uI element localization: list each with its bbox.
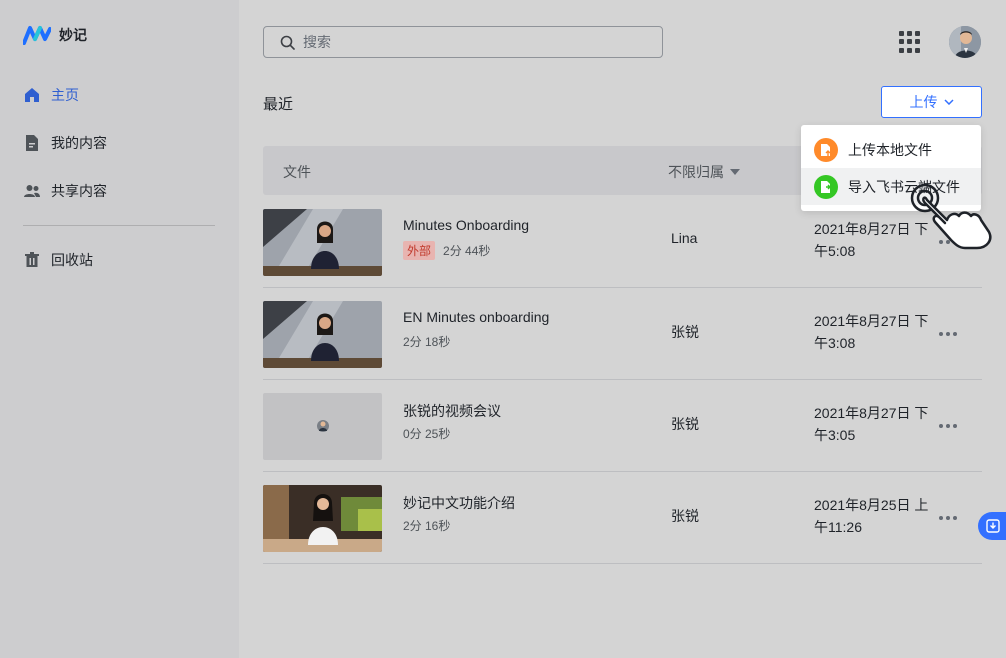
file-duration: 0分 25秒	[403, 427, 451, 441]
external-tag: 外部	[403, 241, 436, 260]
video-thumbnail[interactable]	[263, 209, 382, 276]
download-icon	[986, 519, 1000, 533]
file-meta: 2分 16秒	[403, 517, 450, 534]
owner-filter-label: 不限归属	[668, 164, 724, 180]
app-grid-icon[interactable]	[899, 31, 921, 53]
sidebar-item-trash[interactable]: 回收站	[23, 248, 93, 272]
trash-icon	[25, 252, 39, 267]
sidebar-item-label: 回收站	[51, 252, 93, 268]
file-duration: 2分 44秒	[443, 244, 491, 258]
more-options-icon[interactable]	[939, 424, 957, 428]
owner-filter[interactable]: 不限归属	[668, 162, 740, 182]
document-icon	[26, 135, 38, 151]
file-duration: 2分 18秒	[403, 335, 451, 349]
file-owner: 张锐	[671, 508, 699, 524]
search-input[interactable]	[303, 34, 643, 50]
file-owner: Lina	[671, 230, 698, 246]
file-owner: 张锐	[671, 416, 699, 432]
hand-pointer-icon	[910, 183, 992, 250]
minutes-logo-icon	[23, 26, 51, 45]
upload-button[interactable]: 上传	[881, 86, 982, 118]
user-avatar[interactable]	[949, 26, 981, 58]
app-name: 妙记	[59, 27, 87, 43]
video-thumbnail[interactable]	[263, 485, 382, 552]
table-row[interactable]: 张锐的视频会议 0分 25秒 张锐 2021年8月27日 下午3:05	[263, 380, 982, 472]
sidebar-divider	[23, 225, 215, 226]
home-icon	[25, 88, 39, 102]
column-header-file: 文件	[283, 164, 311, 180]
file-meta: 0分 25秒	[403, 425, 450, 442]
people-icon	[24, 185, 40, 197]
video-thumbnail[interactable]	[263, 301, 382, 368]
avatar-image	[949, 26, 981, 58]
sidebar-item-shared[interactable]: 共享内容	[23, 179, 107, 203]
file-meta: 2分 18秒	[403, 333, 450, 350]
upload-file-icon	[814, 137, 838, 162]
menu-item-label: 上传本地文件	[848, 141, 932, 158]
sidebar-item-home[interactable]: 主页	[23, 83, 79, 107]
file-meta: 外部 2分 44秒	[403, 241, 490, 260]
sidebar: 妙记 主页 我的内容 共享内容 回收站	[0, 0, 239, 658]
app-logo[interactable]: 妙记	[23, 25, 87, 45]
search-icon	[280, 35, 295, 50]
sidebar-item-label: 共享内容	[51, 183, 107, 199]
file-date: 2021年8月25日 上午11:26	[814, 497, 929, 535]
more-options-icon[interactable]	[939, 516, 957, 520]
file-date: 2021年8月27日 下午3:08	[814, 313, 929, 351]
import-file-icon	[814, 174, 838, 199]
section-title-recent: 最近	[263, 96, 294, 113]
more-options-icon[interactable]	[939, 332, 957, 336]
upload-button-label: 上传	[909, 94, 938, 110]
file-title[interactable]: 张锐的视频会议	[403, 401, 501, 421]
main-content: 最近 上传 文件 不限归属 Minutes Onboarding	[239, 0, 1006, 658]
file-owner: 张锐	[671, 324, 699, 340]
file-title[interactable]: EN Minutes onboarding	[403, 309, 549, 325]
floating-side-button[interactable]	[978, 512, 1006, 540]
sidebar-item-label: 我的内容	[51, 135, 107, 151]
table-row[interactable]: EN Minutes onboarding 2分 18秒 张锐 2021年8月2…	[263, 288, 982, 380]
video-thumbnail[interactable]	[263, 393, 382, 460]
file-date: 2021年8月27日 下午3:05	[814, 405, 929, 443]
file-duration: 2分 16秒	[403, 519, 451, 533]
chevron-down-icon	[943, 99, 954, 105]
table-row[interactable]: 妙记中文功能介绍 2分 16秒 张锐 2021年8月25日 上午11:26	[263, 472, 982, 564]
search-box[interactable]	[263, 26, 663, 58]
sidebar-item-my-content[interactable]: 我的内容	[23, 131, 107, 155]
caret-down-icon	[730, 169, 740, 175]
menu-item-upload-local[interactable]: 上传本地文件	[801, 131, 981, 168]
sidebar-item-label: 主页	[51, 87, 79, 103]
file-title[interactable]: 妙记中文功能介绍	[403, 493, 515, 513]
file-title[interactable]: Minutes Onboarding	[403, 217, 529, 233]
